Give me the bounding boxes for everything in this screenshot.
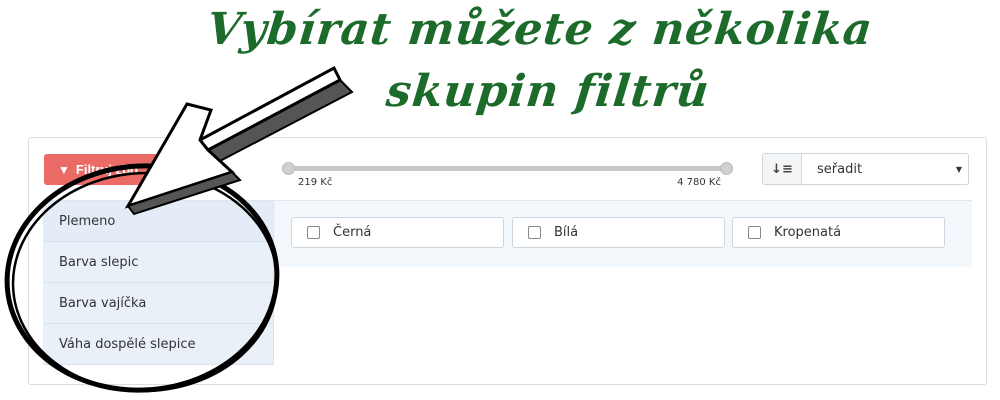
annotation-arrow bbox=[124, 65, 354, 216]
annotation-overlay bbox=[4, 65, 354, 393]
